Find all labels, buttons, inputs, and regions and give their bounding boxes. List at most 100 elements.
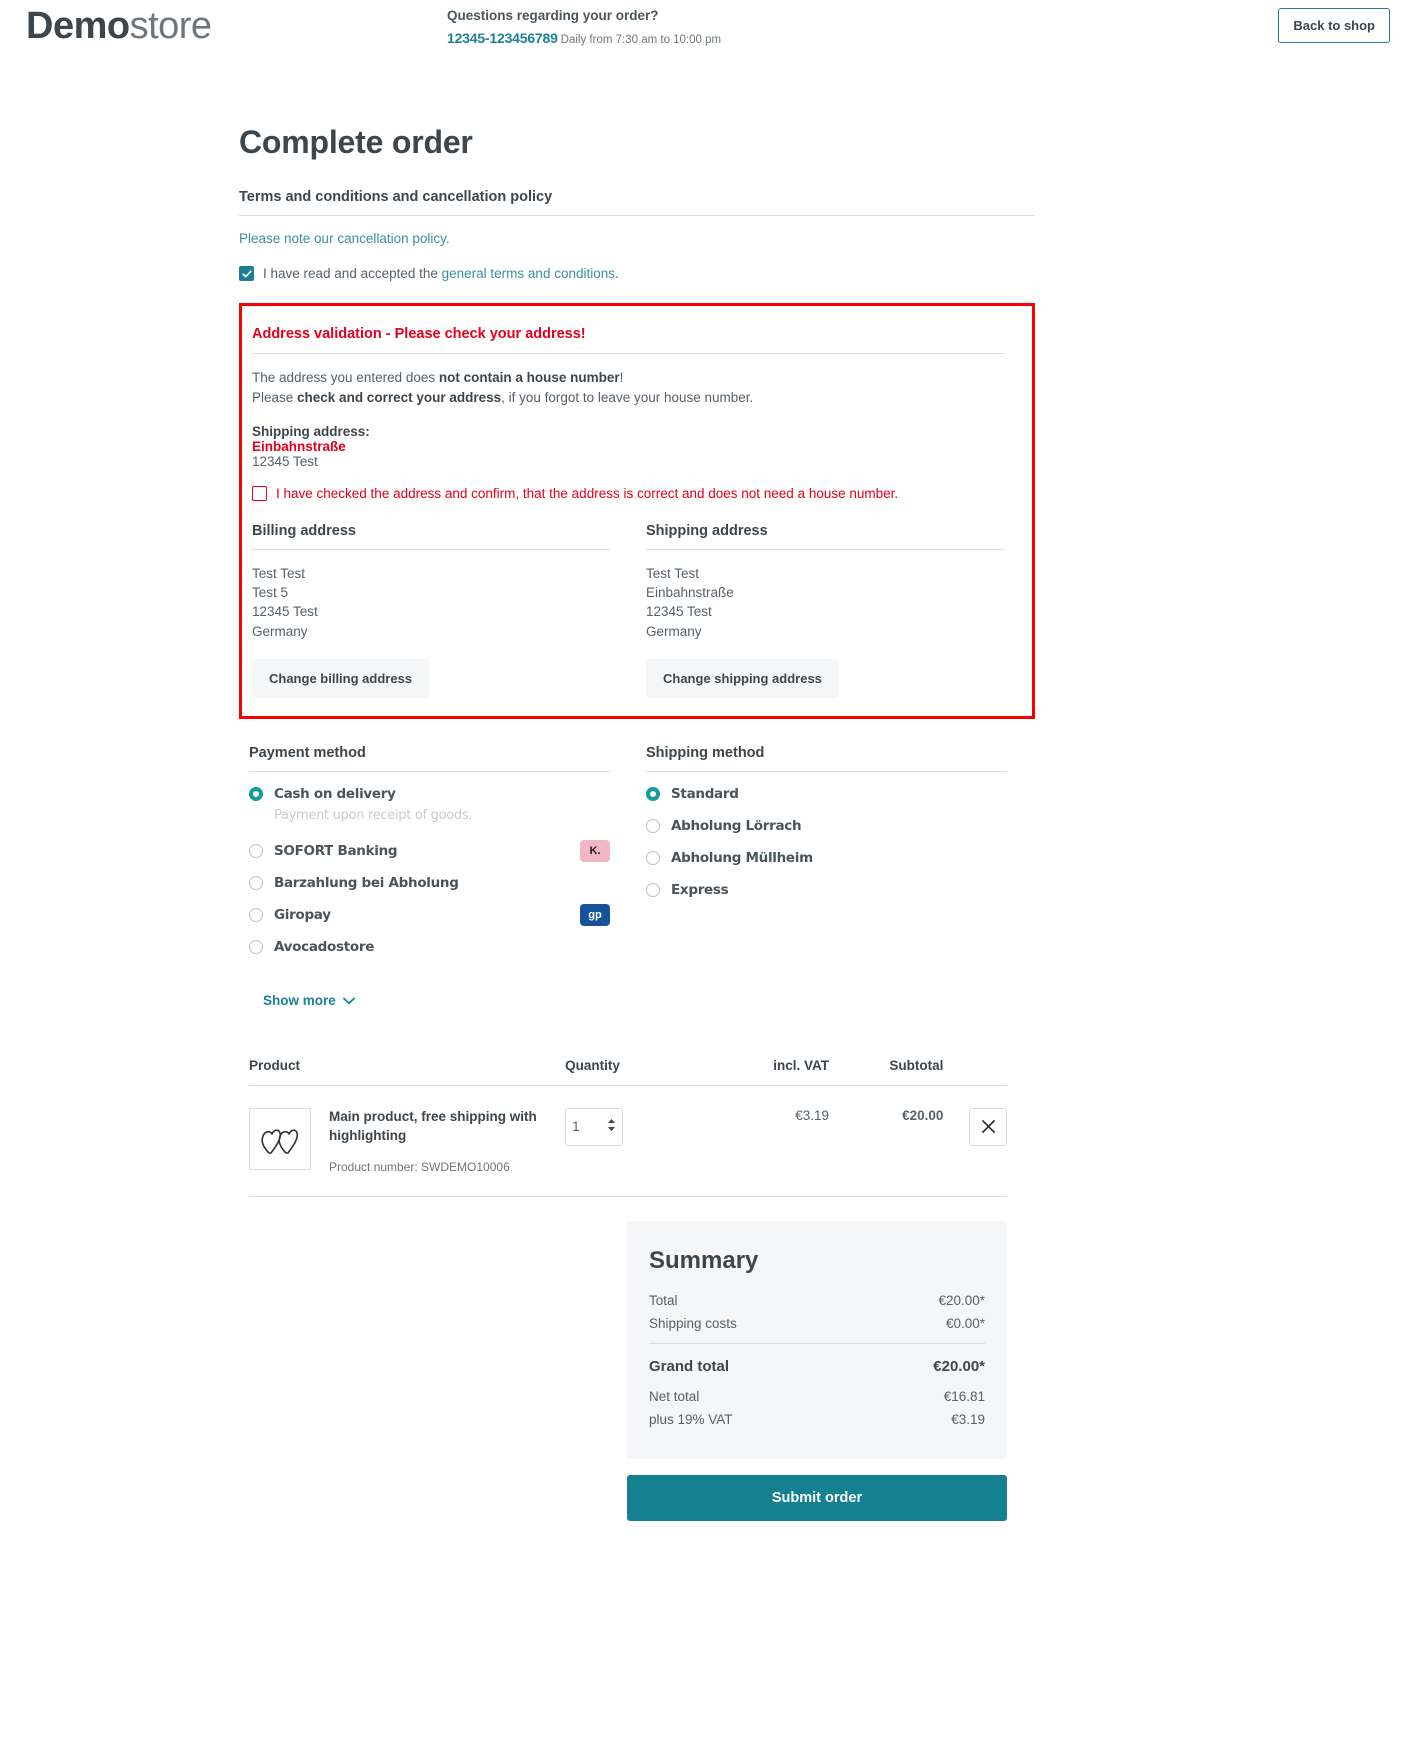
cart-cell-vat: €3.19 [707,1085,830,1197]
summary-row-total: Total €20.00* [649,1289,985,1312]
shipping-label-abholung-muellheim[interactable]: Abholung Müllheim [671,850,813,866]
back-to-shop-button[interactable]: Back to shop [1278,8,1390,43]
billing-line-4: Germany [252,623,308,639]
submit-order-button[interactable]: Submit order [627,1474,1007,1521]
shipping-label-express[interactable]: Express [671,882,729,898]
address-confirm-checkbox[interactable] [252,486,267,502]
table-row: Main product, free shipping with highlig… [249,1085,1007,1197]
summary-total-label: Total [649,1292,678,1308]
terms-accept-row: I have read and accepted the general ter… [239,266,1035,281]
logo-bold-part: Demo [26,5,130,47]
product-thumbnail[interactable] [249,1107,311,1170]
validation-line2-pre: Please [252,389,298,405]
billing-line-3: 12345 Test [252,604,318,620]
summary-row-shipping-costs: Shipping costs €0.00* [649,1312,985,1335]
billing-address-lines: Test Test Test 5 12345 Test Germany [252,564,610,641]
quantity-value: 1 [572,1119,580,1135]
product-name[interactable]: Main product, free shipping with highlig… [329,1108,544,1146]
payment-label-cash-on-delivery[interactable]: Cash on delivery [274,786,396,802]
address-validation-message-2: Please check and correct your address, i… [252,388,1004,408]
quantity-select[interactable]: 1 [565,1107,624,1146]
shipping-line-4: Germany [646,623,702,639]
summary-shipping-label: Shipping costs [649,1315,737,1331]
shipping-radio-abholung-loerrach[interactable] [646,818,660,833]
shipping-method-block: Shipping method Standard Abholung Lörrac… [646,745,1007,1010]
payment-option-sofort-banking[interactable]: SOFORT Banking K. [249,839,610,862]
payment-label-giropay[interactable]: Giropay [274,907,331,923]
terms-heading: Terms and conditions and cancellation po… [239,189,1035,216]
shipping-option-abholung-loerrach[interactable]: Abholung Lörrach [646,818,1007,834]
shipping-address-block: Shipping address Test Test Einbahnstraße… [646,523,1004,698]
payment-label-avocadostore[interactable]: Avocadostore [274,939,374,955]
payment-radio-avocadostore[interactable] [249,939,263,954]
shipping-line-2: Einbahnstraße [646,585,734,601]
remove-product-button[interactable] [969,1107,1007,1146]
terms-accept-prefix: I have read and accepted the [263,266,442,281]
cart-col-subtotal: Subtotal [829,1057,944,1086]
change-shipping-address-button[interactable]: Change shipping address [646,658,839,698]
shipping-label-abholung-loerrach[interactable]: Abholung Lörrach [671,818,802,834]
summary-row-net-total: Net total €16.81 [649,1385,985,1408]
contact-phone[interactable]: 12345-123456789 [447,30,558,46]
validation-line1-bold: not contain a house number [438,370,620,385]
site-logo[interactable]: Demostore [26,2,212,50]
payment-radio-cash-on-delivery[interactable] [249,786,263,801]
product-number: Product number: SWDEMO10006 [329,1159,510,1174]
shipping-option-standard[interactable]: Standard [646,786,1007,802]
cart-cell-subtotal: €20.00 [829,1085,944,1197]
show-more-payments-button[interactable]: Show more [263,993,355,1008]
cart-header-row: Product Quantity incl. VAT Subtotal [249,1057,1007,1086]
payment-radio-sofort-banking[interactable] [249,843,263,858]
giropay-icon: gp [580,903,610,926]
address-validation-box: Address validation - Please check your a… [239,303,1035,719]
terms-accept-suffix: . [615,266,619,281]
chevron-down-icon [342,993,355,1008]
payment-label-sofort-banking[interactable]: SOFORT Banking [274,843,398,859]
shipping-line-1: Test Test [646,566,700,582]
payment-option-barzahlung-bei-abholung[interactable]: Barzahlung bei Abholung [249,875,610,891]
validation-line1-pre: The address you entered does [252,370,439,385]
shipping-address-heading: Shipping address [646,523,1004,551]
address-confirm-label[interactable]: I have checked the address and confirm, … [276,486,898,501]
contact-block: Questions regarding your order? 12345-12… [447,7,721,50]
address-columns: Billing address Test Test Test 5 12345 T… [252,523,1004,698]
shipping-method-heading: Shipping method [646,745,1007,772]
summary-section: Summary Total €20.00* Shipping costs €0.… [239,1220,1035,1459]
billing-address-block: Billing address Test Test Test 5 12345 T… [252,523,610,698]
payment-label-barzahlung-bei-abholung[interactable]: Barzahlung bei Abholung [274,875,459,891]
validation-city: 12345 Test [252,454,318,470]
cart-col-actions [943,1057,1007,1086]
payment-radio-giropay[interactable] [249,907,263,922]
validation-line1-post: ! [619,370,624,385]
shipping-option-abholung-muellheim[interactable]: Abholung Müllheim [646,850,1007,866]
summary-divider [649,1342,985,1344]
summary-grand-total-value: €20.00* [933,1357,985,1375]
billing-line-1: Test Test [252,566,306,582]
product-cell: Main product, free shipping with highlig… [249,1107,565,1174]
cart-table-body: Main product, free shipping with highlig… [249,1085,1007,1197]
shipping-radio-abholung-muellheim[interactable] [646,850,660,865]
address-confirm-row: I have checked the address and confirm, … [252,486,1004,502]
shipping-line-3: 12345 Test [646,604,712,620]
cart-table: Product Quantity incl. VAT Subtotal Main… [249,1057,1007,1197]
cart-col-product: Product [249,1057,566,1086]
payment-option-avocadostore[interactable]: Avocadostore [249,939,610,955]
cart-cell-product: Main product, free shipping with highlig… [249,1085,566,1197]
shipping-option-express[interactable]: Express [646,882,1007,898]
payment-radio-barzahlung-bei-abholung[interactable] [249,875,263,890]
cart-col-quantity: Quantity [565,1057,708,1086]
contact-line: 12345-123456789 Daily from 7:30 am to 10:… [447,28,721,50]
general-terms-link[interactable]: general terms and conditions [442,266,615,281]
shipping-label-standard[interactable]: Standard [671,786,739,802]
terms-section: Terms and conditions and cancellation po… [239,189,1035,281]
summary-shipping-value: €0.00* [945,1315,985,1331]
terms-accept-checkbox[interactable] [239,266,254,281]
summary-total-value: €20.00* [938,1292,985,1308]
shipping-radio-express[interactable] [646,882,660,897]
cancellation-policy-link[interactable]: Please note our cancellation policy. [239,231,450,246]
change-billing-address-button[interactable]: Change billing address [252,658,430,698]
shipping-address-lines: Test Test Einbahnstraße 12345 Test Germa… [646,564,1004,641]
shipping-radio-standard[interactable] [646,786,660,801]
payment-option-cash-on-delivery[interactable]: Cash on delivery [249,786,610,802]
payment-option-giropay[interactable]: Giropay gp [249,903,610,926]
